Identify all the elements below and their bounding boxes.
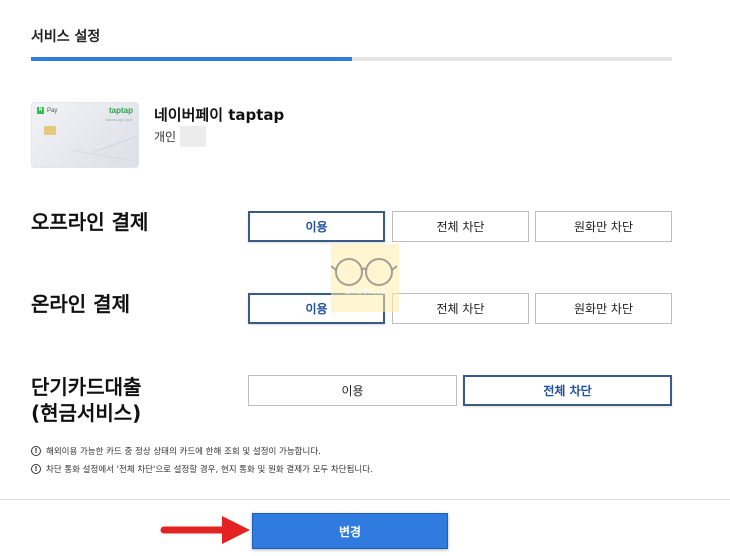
card-issuer-label: Samsung Card [105,117,132,122]
card-name: 네이버페이 taptap [154,106,285,124]
online-option-block-krw[interactable]: 원화만 차단 [535,293,672,324]
progress-bar [31,57,672,61]
offline-option-block-krw[interactable]: 원화만 차단 [535,211,672,242]
glasses-icon [331,258,398,286]
exclamation-circle-icon: ! [31,464,41,474]
card-chip-icon [44,126,56,135]
notice-item: ! 해외이용 가능한 카드 중 정상 상태의 카드에 한해 조회 및 설정이 가… [31,445,321,457]
progress-fill [31,57,352,61]
page-title: 서비스 설정 [31,29,101,45]
offline-option-use[interactable]: 이용 [248,211,385,242]
card-image: N Pay taptap Samsung Card [31,102,139,168]
card-type: 개인 [154,130,177,144]
watermark-logo: SmartMLab [331,244,399,312]
card-decoration [93,134,138,153]
divider [0,499,730,500]
card-pay-label: Pay [47,107,58,114]
cash-advance-title-line1: 단기카드대출 [31,375,142,399]
offline-payment-title: 오프라인 결제 [31,210,149,234]
notice-text: 해외이용 가능한 카드 중 정상 상태의 카드에 한해 조회 및 설정이 가능합… [46,447,321,457]
online-option-block-all[interactable]: 전체 차단 [392,293,529,324]
watermark-text: SmartMLab [344,287,386,296]
offline-option-block-all[interactable]: 전체 차단 [392,211,529,242]
masked-card-number [180,126,207,147]
cash-advance-option-block-all[interactable]: 전체 차단 [463,375,672,406]
naver-n-icon: N [37,107,44,114]
card-brand-logo: taptap [109,106,133,115]
exclamation-circle-icon: ! [31,446,41,456]
cash-advance-title-line2: (현금서비스) [31,401,142,425]
submit-button[interactable]: 변경 [252,513,448,549]
cash-advance-option-use[interactable]: 이용 [248,375,457,406]
notice-text: 차단 통화 설정에서 '전체 차단'으로 설정할 경우, 현지 통화 및 원화 … [46,465,373,475]
online-payment-title: 온라인 결제 [31,292,130,316]
card-type-row: 개인 [154,126,207,147]
npay-logo: N Pay [37,107,57,114]
red-arrow-annotation [160,516,250,544]
card-decoration [72,149,132,162]
cash-advance-title: 단기카드대출 (현금서비스) [31,374,141,426]
notice-item: ! 차단 통화 설정에서 '전체 차단'으로 설정할 경우, 현지 통화 및 원… [31,463,373,475]
